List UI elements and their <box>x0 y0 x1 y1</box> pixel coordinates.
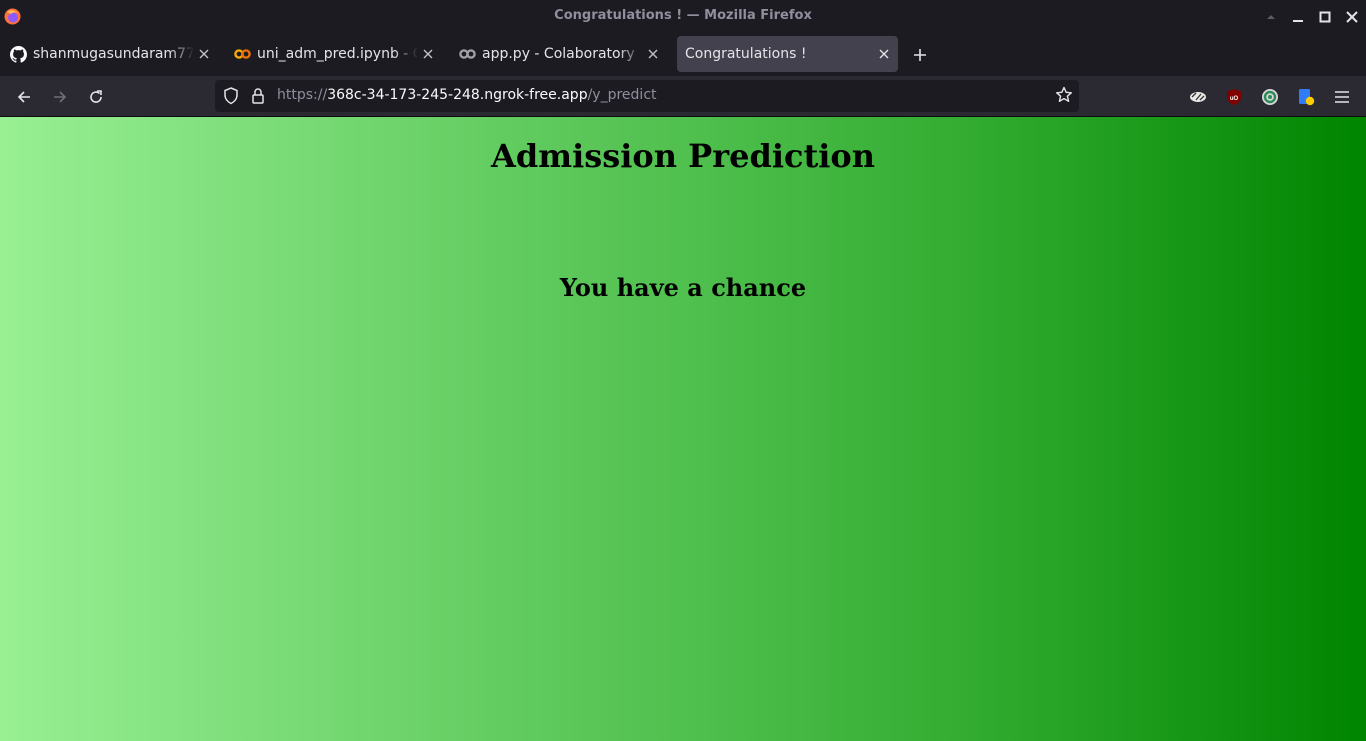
prediction-result: You have a chance <box>559 273 807 302</box>
close-tab-icon[interactable] <box>874 44 894 64</box>
url-host: 368c-34-173-245-248.ngrok-free.app <box>327 87 588 103</box>
close-tab-icon[interactable] <box>643 44 663 64</box>
url-bar[interactable]: https://368c-34-173-245-248.ngrok-free.a… <box>215 80 1079 112</box>
close-window-icon[interactable] <box>1343 8 1361 26</box>
page-title: Admission Prediction <box>491 137 875 175</box>
tampermonkey-icon[interactable] <box>1188 87 1208 107</box>
window-title: Congratulations ! — Mozilla Firefox <box>554 8 812 23</box>
colab-icon <box>234 46 251 63</box>
tab-label: uni_adm_pred.ipynb - Co <box>257 46 418 62</box>
page-content: Admission Prediction You have a chance <box>0 117 1366 741</box>
extension-icon[interactable] <box>1296 87 1316 107</box>
forward-button[interactable] <box>48 85 72 109</box>
tab-colab-app[interactable]: app.py - Colaboratory <box>449 36 667 72</box>
colab-icon <box>459 46 476 63</box>
close-tab-icon[interactable] <box>194 44 214 64</box>
tab-label: Congratulations ! <box>685 46 807 62</box>
tab-label: app.py - Colaboratory <box>482 46 635 62</box>
tab-github[interactable]: shanmugasundaram777/ <box>0 36 218 72</box>
tab-colab-notebook[interactable]: uni_adm_pred.ipynb - Co <box>224 36 442 72</box>
window-titlebar: Congratulations ! — Mozilla Firefox <box>0 0 1366 34</box>
new-tab-button[interactable] <box>908 43 932 67</box>
github-icon <box>10 45 27 63</box>
back-button[interactable] <box>12 85 36 109</box>
url-path: /y_predict <box>587 87 657 103</box>
ublock-icon[interactable]: uO <box>1224 87 1244 107</box>
lock-icon[interactable] <box>251 87 265 109</box>
navigation-toolbar: https://368c-34-173-245-248.ngrok-free.a… <box>0 76 1366 117</box>
maximize-icon[interactable] <box>1316 8 1334 26</box>
tab-strip: shanmugasundaram777/ uni_adm_pred.ipynb … <box>0 34 1366 76</box>
minimize-icon[interactable] <box>1289 8 1307 26</box>
bookmark-star-icon[interactable] <box>1055 86 1073 108</box>
window-menu-icon[interactable] <box>1262 8 1280 26</box>
hamburger-menu-icon[interactable] <box>1332 87 1352 107</box>
close-tab-icon[interactable] <box>418 44 438 64</box>
tab-label: shanmugasundaram777/ <box>33 46 194 62</box>
url-scheme: https:// <box>277 87 328 103</box>
tab-congratulations[interactable]: Congratulations ! <box>677 36 898 72</box>
tracking-protection-icon[interactable] <box>223 87 239 109</box>
reload-button[interactable] <box>84 85 108 109</box>
sync-icon[interactable] <box>1260 87 1280 107</box>
url-text[interactable]: https://368c-34-173-245-248.ngrok-free.a… <box>277 87 657 103</box>
svg-text:uO: uO <box>1230 96 1239 102</box>
